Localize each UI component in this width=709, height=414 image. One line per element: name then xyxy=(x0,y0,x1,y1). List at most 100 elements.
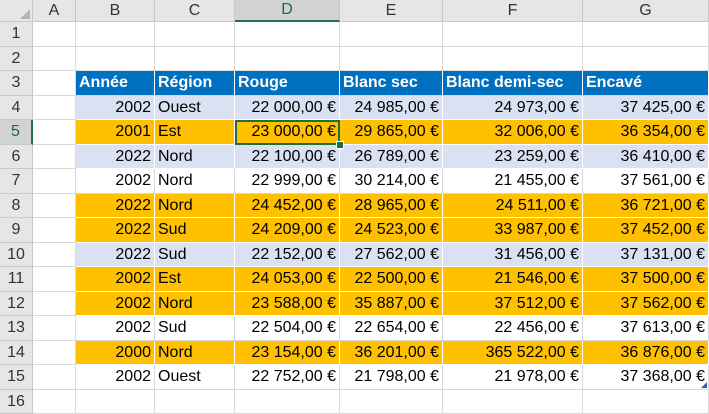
spreadsheet-grid[interactable]: A B C D E F G 1 2 3 4 5 6 7 8 9 10 11 12 13 14 15 16 Année Régio… xyxy=(0,0,709,414)
table-cell-encave[interactable]: 36 876,00 € xyxy=(583,341,709,365)
table-cell-blanc-demi-sec[interactable]: 24 511,00 € xyxy=(443,194,583,218)
table-cell-rouge[interactable]: 24 053,00 € xyxy=(235,267,340,292)
table-cell-blanc-sec[interactable]: 30 214,00 € xyxy=(340,169,443,194)
grid-cell[interactable] xyxy=(340,47,443,71)
table-cell-encave[interactable]: 37 425,00 € xyxy=(583,96,709,120)
table-cell-blanc-demi-sec[interactable]: 33 987,00 € xyxy=(443,218,583,243)
column-header-e[interactable]: E xyxy=(340,0,443,22)
table-cell-encave[interactable]: 37 452,00 € xyxy=(583,218,709,243)
grid-cell[interactable] xyxy=(443,22,583,47)
table-cell-blanc-sec[interactable]: 24 985,00 € xyxy=(340,96,443,120)
table-header-blanc-sec[interactable]: Blanc sec xyxy=(340,71,443,96)
table-cell-annee[interactable]: 2022 xyxy=(76,145,155,169)
table-cell-blanc-demi-sec[interactable]: 365 522,00 € xyxy=(443,341,583,365)
table-cell-annee[interactable]: 2002 xyxy=(76,292,155,316)
table-header-annee[interactable]: Année xyxy=(76,71,155,96)
grid-cell[interactable] xyxy=(155,390,235,414)
table-cell-blanc-sec[interactable]: 24 523,00 € xyxy=(340,218,443,243)
table-cell-annee[interactable]: 2000 xyxy=(76,341,155,365)
table-cell-blanc-demi-sec[interactable]: 22 456,00 € xyxy=(443,316,583,341)
table-cell-rouge[interactable]: 23 000,00 € xyxy=(235,120,340,145)
grid-cell[interactable] xyxy=(235,22,340,47)
grid-cell[interactable] xyxy=(33,365,76,390)
grid-cell[interactable] xyxy=(33,169,76,194)
table-cell-encave[interactable]: 37 368,00 € xyxy=(583,365,709,390)
grid-cell[interactable] xyxy=(33,194,76,218)
grid-cell[interactable] xyxy=(33,145,76,169)
table-cell-blanc-demi-sec[interactable]: 32 006,00 € xyxy=(443,120,583,145)
table-cell-rouge[interactable]: 23 154,00 € xyxy=(235,341,340,365)
grid-cell[interactable] xyxy=(340,390,443,414)
table-cell-encave[interactable]: 36 354,00 € xyxy=(583,120,709,145)
grid-cell[interactable] xyxy=(33,390,76,414)
column-header-a[interactable]: A xyxy=(33,0,76,22)
fill-handle[interactable] xyxy=(336,141,344,149)
table-cell-region[interactable]: Est xyxy=(155,120,235,145)
row-header-9[interactable]: 9 xyxy=(0,218,33,243)
table-cell-blanc-sec[interactable]: 21 798,00 € xyxy=(340,365,443,390)
table-cell-blanc-demi-sec[interactable]: 21 455,00 € xyxy=(443,169,583,194)
table-cell-blanc-sec[interactable]: 35 887,00 € xyxy=(340,292,443,316)
row-header-1[interactable]: 1 xyxy=(0,22,33,47)
grid-cell[interactable] xyxy=(583,47,709,71)
table-cell-region[interactable]: Ouest xyxy=(155,365,235,390)
table-cell-blanc-sec[interactable]: 36 201,00 € xyxy=(340,341,443,365)
grid-cell[interactable] xyxy=(340,22,443,47)
table-cell-rouge[interactable]: 22 100,00 € xyxy=(235,145,340,169)
row-header-12[interactable]: 12 xyxy=(0,292,33,316)
grid-cell[interactable] xyxy=(33,292,76,316)
table-cell-blanc-sec[interactable]: 22 500,00 € xyxy=(340,267,443,292)
table-cell-encave[interactable]: 37 500,00 € xyxy=(583,267,709,292)
row-header-3[interactable]: 3 xyxy=(0,71,33,96)
grid-cell[interactable] xyxy=(33,218,76,243)
grid-cell[interactable] xyxy=(443,47,583,71)
table-cell-encave[interactable]: 37 613,00 € xyxy=(583,316,709,341)
table-cell-blanc-demi-sec[interactable]: 23 259,00 € xyxy=(443,145,583,169)
table-cell-annee[interactable]: 2002 xyxy=(76,365,155,390)
table-cell-region[interactable]: Sud xyxy=(155,316,235,341)
table-cell-annee[interactable]: 2022 xyxy=(76,218,155,243)
table-cell-blanc-demi-sec[interactable]: 21 978,00 € xyxy=(443,365,583,390)
table-cell-blanc-sec[interactable]: 27 562,00 € xyxy=(340,243,443,267)
table-cell-blanc-sec[interactable]: 26 789,00 € xyxy=(340,145,443,169)
row-header-13[interactable]: 13 xyxy=(0,316,33,341)
column-header-d[interactable]: D xyxy=(235,0,340,22)
grid-cell[interactable] xyxy=(155,47,235,71)
grid-cell[interactable] xyxy=(583,22,709,47)
table-cell-region[interactable]: Est xyxy=(155,267,235,292)
grid-cell[interactable] xyxy=(33,71,76,96)
table-cell-annee[interactable]: 2001 xyxy=(76,120,155,145)
table-cell-region[interactable]: Ouest xyxy=(155,96,235,120)
grid-cell[interactable] xyxy=(33,120,76,145)
grid-cell[interactable] xyxy=(33,47,76,71)
row-header-16[interactable]: 16 xyxy=(0,390,33,414)
table-cell-region[interactable]: Nord xyxy=(155,145,235,169)
row-header-7[interactable]: 7 xyxy=(0,169,33,194)
column-header-c[interactable]: C xyxy=(155,0,235,22)
row-header-11[interactable]: 11 xyxy=(0,267,33,292)
table-cell-region[interactable]: Nord xyxy=(155,169,235,194)
table-cell-rouge[interactable]: 22 000,00 € xyxy=(235,96,340,120)
grid-cell[interactable] xyxy=(33,243,76,267)
table-cell-annee[interactable]: 2022 xyxy=(76,243,155,267)
grid-cell[interactable] xyxy=(33,267,76,292)
table-header-encave[interactable]: Encavé xyxy=(583,71,709,96)
table-cell-region[interactable]: Nord xyxy=(155,341,235,365)
row-header-2[interactable]: 2 xyxy=(0,47,33,71)
column-header-g[interactable]: G xyxy=(583,0,709,22)
table-cell-region[interactable]: Sud xyxy=(155,218,235,243)
table-cell-blanc-demi-sec[interactable]: 37 512,00 € xyxy=(443,292,583,316)
table-cell-rouge[interactable]: 24 209,00 € xyxy=(235,218,340,243)
table-cell-rouge[interactable]: 22 504,00 € xyxy=(235,316,340,341)
table-cell-region[interactable]: Nord xyxy=(155,292,235,316)
table-cell-blanc-sec[interactable]: 29 865,00 € xyxy=(340,120,443,145)
column-header-f[interactable]: F xyxy=(443,0,583,22)
row-header-5[interactable]: 5 xyxy=(0,120,33,145)
table-cell-blanc-demi-sec[interactable]: 24 973,00 € xyxy=(443,96,583,120)
table-cell-encave[interactable]: 37 131,00 € xyxy=(583,243,709,267)
table-cell-rouge[interactable]: 22 999,00 € xyxy=(235,169,340,194)
table-cell-region[interactable]: Nord xyxy=(155,194,235,218)
grid-cell[interactable] xyxy=(33,22,76,47)
table-cell-annee[interactable]: 2022 xyxy=(76,194,155,218)
table-cell-encave[interactable]: 37 561,00 € xyxy=(583,169,709,194)
